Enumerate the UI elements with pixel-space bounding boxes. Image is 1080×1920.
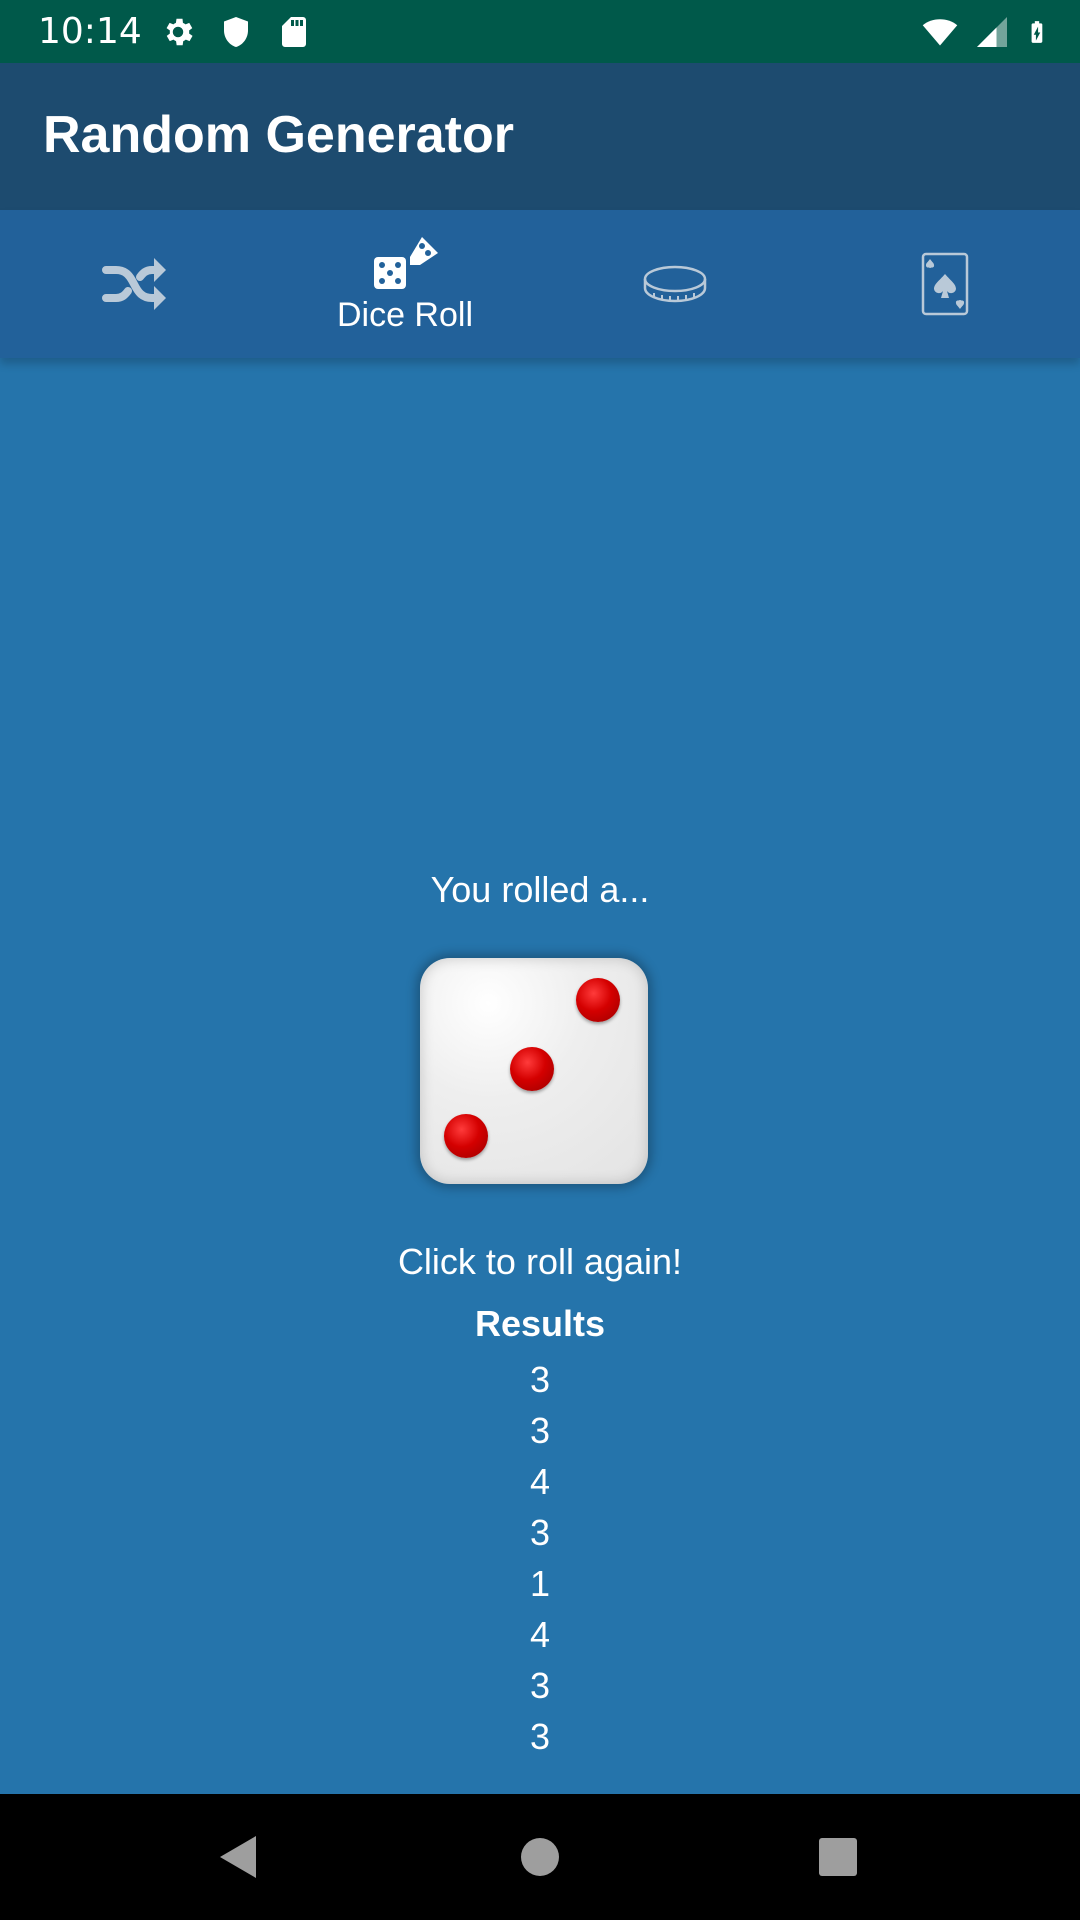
app-bar: Random Generator xyxy=(0,63,1080,210)
coin-icon xyxy=(643,265,707,303)
tab-coin-flip[interactable] xyxy=(540,210,810,358)
tab-dice-roll[interactable]: Dice Roll xyxy=(270,210,540,358)
navigation-bar xyxy=(0,1794,1080,1920)
shuffle-icon xyxy=(102,258,166,310)
tab-shuffle[interactable] xyxy=(0,210,270,358)
tab-bar: Dice Roll xyxy=(0,210,1080,358)
gear-icon xyxy=(166,18,193,46)
status-bar: 10:14 xyxy=(0,0,1080,63)
result-item: 3 xyxy=(529,1512,551,1553)
results-title: Results xyxy=(474,1303,606,1344)
back-icon[interactable] xyxy=(216,1832,260,1882)
sd-card-icon xyxy=(282,17,306,47)
result-item: 3 xyxy=(529,1665,551,1706)
results-list: 3 3 4 3 1 4 3 3 xyxy=(0,1354,1080,1762)
tab-cards[interactable] xyxy=(810,210,1080,358)
wifi-icon xyxy=(922,19,958,46)
result-item: 3 xyxy=(529,1410,551,1451)
rolled-text: You rolled a... xyxy=(430,869,650,910)
result-item: 4 xyxy=(529,1461,551,1502)
shield-icon xyxy=(224,17,248,47)
playing-card-icon xyxy=(921,252,969,316)
recents-icon[interactable] xyxy=(817,1832,859,1882)
status-time: 10:14 xyxy=(38,11,142,52)
die-pip xyxy=(510,1047,554,1091)
result-item: 3 xyxy=(529,1359,551,1400)
die-pip xyxy=(576,978,620,1022)
result-item: 3 xyxy=(529,1716,551,1757)
result-item: 1 xyxy=(529,1563,551,1604)
cell-signal-icon xyxy=(977,17,1007,47)
die-pip xyxy=(444,1114,488,1158)
dice-roll-screen: You rolled a... Click to roll again! Res… xyxy=(0,358,1080,1794)
result-item: 4 xyxy=(529,1614,551,1655)
die-face-3[interactable] xyxy=(420,958,648,1184)
roll-again-text[interactable]: Click to roll again! xyxy=(0,1240,1080,1284)
home-icon[interactable] xyxy=(520,1832,560,1882)
app-title: Random Generator xyxy=(43,106,514,164)
tab-label-dice-roll: Dice Roll xyxy=(336,296,474,334)
dice-icon xyxy=(374,237,438,289)
battery-charging-icon xyxy=(1031,21,1043,43)
